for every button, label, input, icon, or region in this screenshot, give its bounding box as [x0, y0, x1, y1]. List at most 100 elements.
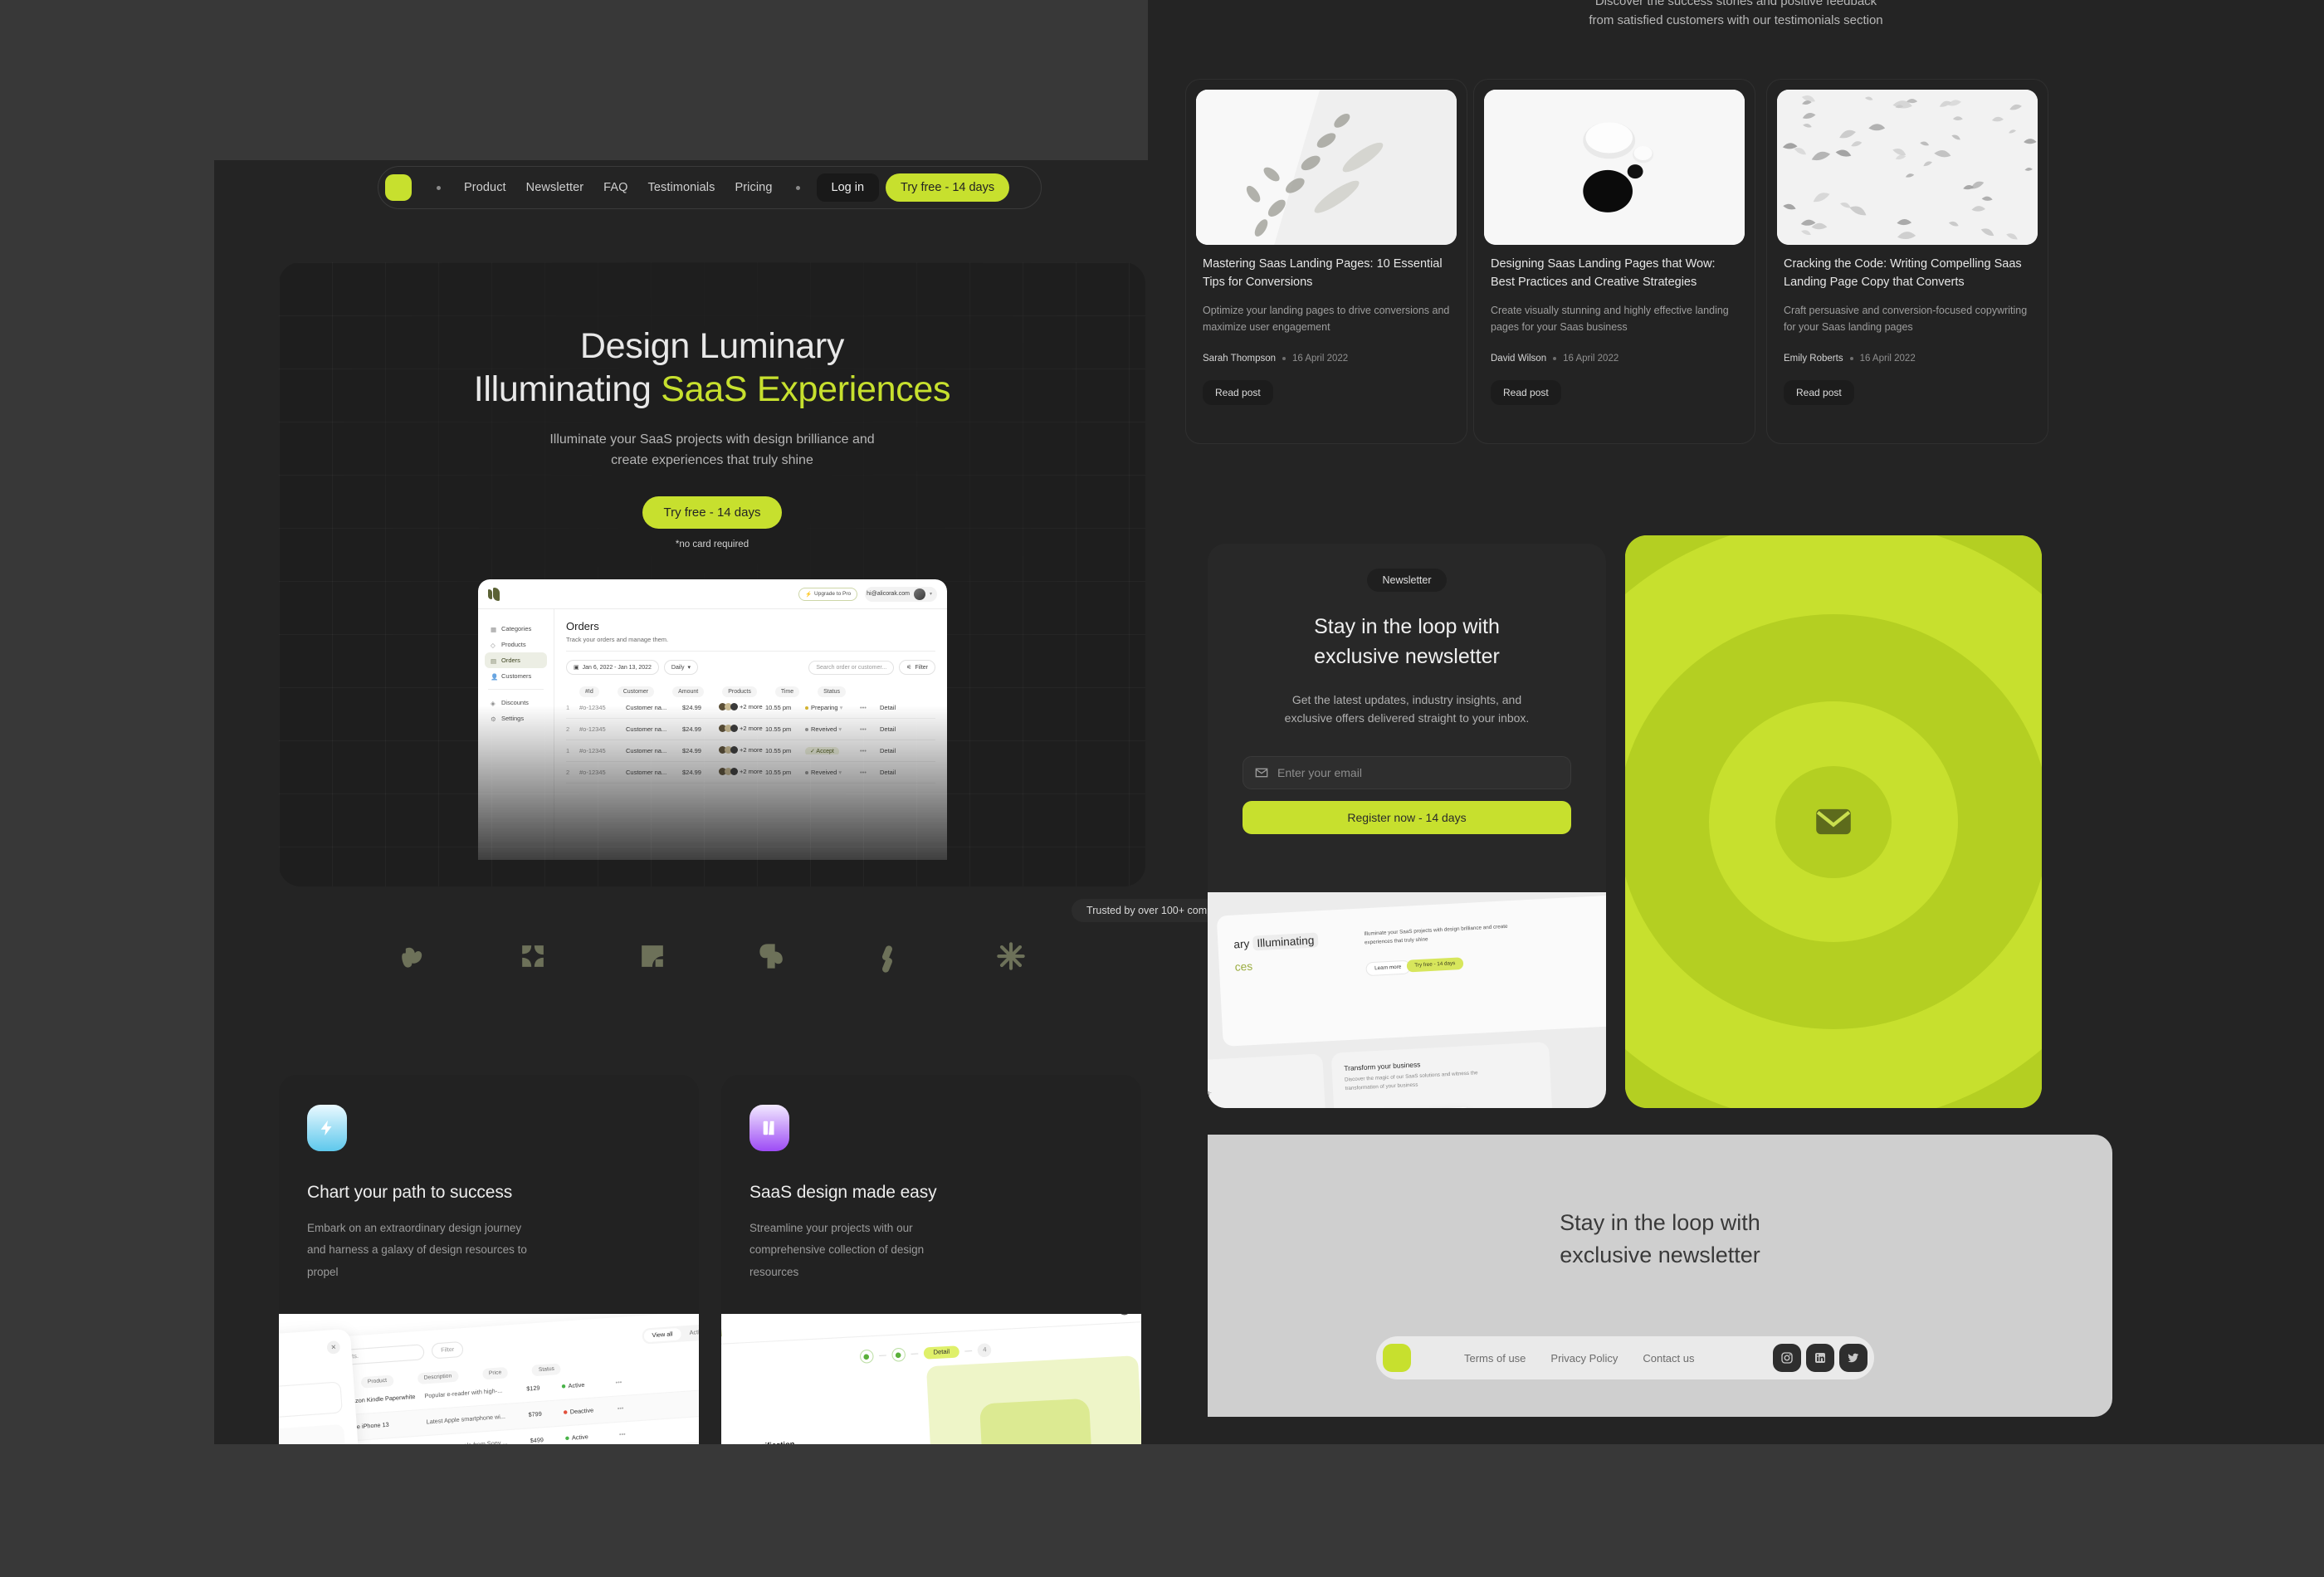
instagram-icon[interactable]: [1773, 1344, 1801, 1372]
search-orders-input[interactable]: Search order or customer...: [808, 660, 895, 675]
product-description: Popular e-reader with high-...: [424, 1388, 503, 1400]
company-logo-4-icon: [754, 938, 790, 974]
footer-link-terms[interactable]: Terms of use: [1464, 1352, 1526, 1365]
row-more-button[interactable]: •••: [615, 1379, 622, 1386]
col-status: Status: [531, 1363, 562, 1377]
row-status[interactable]: ✓ Accept: [805, 747, 860, 754]
table-row[interactable]: 2 #o-12345 Customer na... $24.99 +2 more 10.…: [566, 719, 935, 740]
sidebar-item-customers[interactable]: 👤 Customers: [485, 668, 547, 684]
row-status[interactable]: Preparing ▾: [805, 704, 860, 711]
row-time: 10.55 pm: [765, 769, 792, 776]
table-row[interactable]: 1 #o-12345 Customer na... $24.99 +2 more 10.…: [566, 740, 935, 762]
register-now-button[interactable]: Register now - 14 days: [1243, 801, 1571, 835]
read-post-button[interactable]: Read post: [1203, 379, 1273, 405]
row-detail-link[interactable]: Detail: [880, 704, 896, 711]
close-icon[interactable]: ✕: [326, 1340, 341, 1355]
footer-title-line1: Stay in the loop with: [1560, 1210, 1760, 1235]
account-email: hi@alicorak.com: [867, 591, 910, 597]
sidebar-item-products[interactable]: ◇ Products: [485, 637, 547, 652]
tab-view-all[interactable]: View all: [643, 1327, 682, 1343]
row-more-button[interactable]: •••: [860, 704, 880, 711]
nav-link-product[interactable]: Product: [454, 176, 516, 199]
linkedin-icon[interactable]: [1806, 1344, 1834, 1372]
login-button[interactable]: Log in: [816, 173, 880, 202]
row-more-button[interactable]: •••: [619, 1432, 626, 1438]
brand-logo-icon[interactable]: [385, 174, 412, 201]
table-row[interactable]: 2 #o-12345 Customer na... $24.99 +2 more 10.…: [566, 762, 935, 784]
footer-link-contact[interactable]: Contact us: [1643, 1352, 1694, 1365]
row-detail-link[interactable]: Detail: [880, 725, 896, 733]
hero-section: Design Luminary Illuminating SaaS Experi…: [279, 262, 1145, 886]
box-icon: ◇: [491, 642, 496, 649]
brand-logo-icon[interactable]: [1383, 1344, 1411, 1372]
blog-card[interactable]: Cracking the Code: Writing Compelling Sa…: [1766, 79, 2048, 444]
divider: [566, 651, 935, 652]
products-filter-button[interactable]: Filter: [431, 1340, 465, 1360]
read-post-button[interactable]: Read post: [1784, 379, 1854, 405]
column-id[interactable]: #Id: [579, 686, 599, 697]
row-products: +2 more: [719, 768, 765, 777]
meta-dot: [1849, 356, 1853, 360]
footer-bar: Terms of use Privacy Policy Contact us: [1376, 1336, 1874, 1379]
twitter-icon[interactable]: [1839, 1344, 1868, 1372]
company-logo-1-icon: [395, 938, 432, 974]
status-label: Reveived: [811, 769, 837, 776]
sidebar-item-orders[interactable]: ▤ Orders: [485, 652, 547, 668]
hero-title-line1: Design Luminary: [579, 326, 845, 366]
company-logo-3-icon: [634, 938, 671, 974]
granularity-select[interactable]: Daily ▾: [663, 660, 698, 675]
row-status[interactable]: Reveived ▾: [805, 769, 860, 776]
chevron-down-icon: ▾: [838, 725, 842, 733]
mini-learn-more-button[interactable]: Learn more: [1365, 959, 1411, 977]
mini-pill-data-layers[interactable]: Data layersData description +: [1350, 1106, 1473, 1108]
read-post-button[interactable]: Read post: [1491, 379, 1561, 405]
filter-icon: ⚟: [906, 665, 912, 671]
nav-link-newsletter[interactable]: Newsletter: [516, 176, 594, 199]
row-order-id: #o-12345: [579, 704, 606, 711]
blog-card[interactable]: Mastering Saas Landing Pages: 10 Essenti…: [1185, 79, 1467, 444]
row-more-button[interactable]: •••: [860, 747, 880, 754]
blog-card[interactable]: Designing Saas Landing Pages that Wow: B…: [1473, 79, 1755, 444]
nav-link-testimonials[interactable]: Testimonials: [637, 176, 725, 199]
row-detail-link[interactable]: Detail: [880, 769, 896, 776]
filter-button[interactable]: ⚟ Filter: [899, 660, 935, 675]
row-more-button[interactable]: •••: [860, 725, 880, 733]
mini-try-free-button[interactable]: Try free - 14 days: [1406, 957, 1464, 973]
newsletter-title-line1: Stay in the loop with: [1314, 615, 1500, 638]
modal-input[interactable]: [279, 1381, 343, 1421]
sidebar-item-settings[interactable]: ⚙ Settings: [485, 710, 547, 726]
account-pill[interactable]: hi@alicorak.com ▾: [865, 586, 937, 602]
lightning-bolt-icon: [307, 1105, 347, 1151]
date-range-picker[interactable]: ▣ Jan 6, 2022 - Jan 13, 2022: [566, 660, 659, 675]
feature-title: SaaS design made easy: [749, 1183, 937, 1202]
sidebar-item-discounts[interactable]: ◈ Discounts: [485, 695, 547, 710]
mini-title-a: ary Illuminating: [1233, 932, 1320, 951]
grid-icon: ▦: [491, 626, 497, 633]
tab-active[interactable]: Active: [681, 1326, 699, 1340]
table-row[interactable]: 1 #o-12345 Customer na... $24.99 +2 more 10.…: [566, 697, 935, 719]
row-status[interactable]: Reveived ▾: [805, 725, 860, 733]
footer-link-privacy[interactable]: Privacy Policy: [1550, 1352, 1618, 1365]
feature-desc: Streamline your projects with our compre…: [749, 1222, 925, 1278]
row-more-button[interactable]: •••: [860, 769, 880, 776]
sidebar-item-categories[interactable]: ▦ Categories: [485, 621, 547, 637]
row-customer: Customer na...: [626, 747, 667, 754]
newsletter-email-field[interactable]: [1243, 756, 1571, 790]
row-amount: $24.99: [682, 769, 701, 776]
hero-try-free-button[interactable]: Try free - 14 days: [642, 496, 783, 529]
nav-link-faq[interactable]: FAQ: [593, 176, 637, 199]
nav-link-pricing[interactable]: Pricing: [725, 176, 782, 199]
upgrade-to-pro-button[interactable]: ⚡ Upgrade to Pro: [798, 587, 858, 601]
row-more-button[interactable]: •••: [618, 1405, 624, 1412]
newsletter-desc: Get the latest updates, industry insight…: [1243, 691, 1571, 727]
company-logo-5-icon: [873, 938, 910, 974]
row-time: 10.55 pm: [765, 704, 792, 711]
newsletter-title: Stay in the loop with exclusive newslett…: [1243, 613, 1571, 671]
nav-try-free-button[interactable]: Try free - 14 days: [886, 173, 1010, 202]
email-input[interactable]: [1277, 766, 1559, 780]
hero-subtitle-line2: create experiences that truly shine: [611, 452, 813, 467]
row-amount: $24.99: [682, 725, 701, 733]
row-detail-link[interactable]: Detail: [880, 747, 896, 754]
row-time: 10.55 pm: [765, 747, 792, 754]
footer-social-links: [1773, 1344, 1868, 1372]
